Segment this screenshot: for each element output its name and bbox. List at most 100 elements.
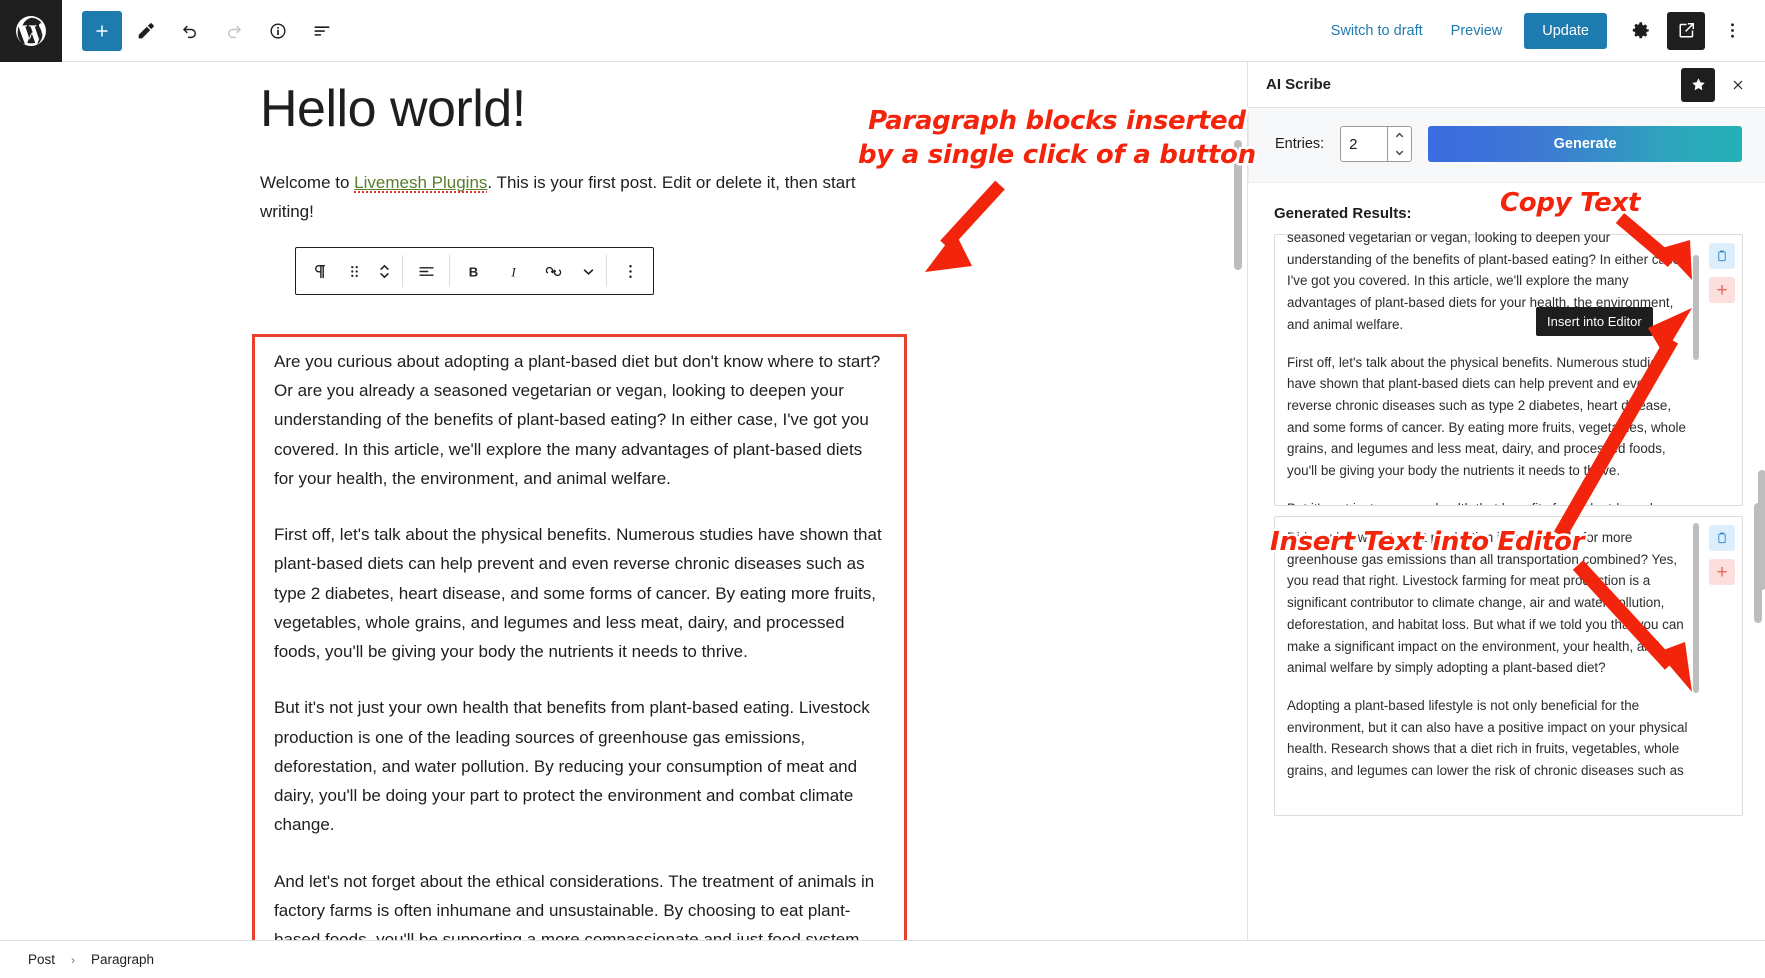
generate-button[interactable]: Generate xyxy=(1428,126,1742,162)
block-toolbar-align-group xyxy=(403,248,449,294)
switch-to-draft-button[interactable]: Switch to draft xyxy=(1321,15,1433,47)
undo-icon xyxy=(182,25,196,38)
star-icon xyxy=(1691,78,1705,91)
chevron-updown-icon xyxy=(379,264,389,278)
link-button[interactable] xyxy=(533,248,573,294)
post-content: Hello world! Welcome to Livemesh Plugins… xyxy=(260,62,910,226)
info-icon xyxy=(270,22,286,39)
result-paragraph: First off, let's talk about the physical… xyxy=(1287,354,1686,479)
more-rich-text-button[interactable] xyxy=(573,248,603,294)
insert-into-editor-button[interactable]: + xyxy=(1709,277,1735,303)
paragraph-block[interactable]: But it's not just your own health that b… xyxy=(274,693,886,839)
list-view-icon xyxy=(314,25,330,36)
favorite-button[interactable] xyxy=(1681,67,1715,102)
result-card-1[interactable]: seasoned vegetarian or vegan, looking to… xyxy=(1274,230,1743,506)
ai-scribe-title: AI Scribe xyxy=(1266,76,1332,93)
annotation-line-1: Paragraph blocks inserted xyxy=(868,106,1246,136)
clipboard-copy-icon xyxy=(1718,250,1726,262)
block-options-button[interactable] xyxy=(610,248,650,294)
wordpress-block-editor: Switch to draft Preview Update Hello wor… xyxy=(0,0,1765,978)
breadcrumb-post[interactable]: Post xyxy=(22,949,61,970)
annotation-line-2: by a single click of a button xyxy=(858,140,1256,171)
editor-footer: Post › Paragraph xyxy=(0,940,1765,978)
insert-into-editor-button[interactable]: + xyxy=(1709,559,1735,585)
details-button[interactable] xyxy=(258,11,298,51)
intro-text-before: Welcome to xyxy=(260,172,355,192)
wordpress-logo-icon[interactable] xyxy=(0,0,62,62)
top-bar-right-actions: Switch to draft Preview Update xyxy=(1321,11,1765,50)
bold-icon: B xyxy=(468,264,477,279)
block-toolbar-left-group xyxy=(296,248,402,294)
copy-text-button[interactable] xyxy=(1709,525,1735,551)
editor-top-bar: Switch to draft Preview Update xyxy=(0,0,1765,62)
redo-icon xyxy=(228,25,242,38)
edit-tool-button[interactable] xyxy=(126,11,166,51)
drag-handle[interactable] xyxy=(339,248,369,294)
ai-scribe-header: AI Scribe xyxy=(1248,62,1765,108)
entries-increment-button[interactable] xyxy=(1388,127,1412,144)
add-block-button[interactable] xyxy=(82,10,122,51)
ai-scribe-body: Entries: Generate xyxy=(1248,108,1765,940)
annotation-paragraph-blocks: Paragraph blocks inserted by a single cl… xyxy=(858,104,1256,173)
chevron-down-icon xyxy=(1395,150,1404,156)
ai-scribe-header-actions xyxy=(1681,67,1755,102)
intro-paragraph[interactable]: Welcome to Livemesh Plugins. This is you… xyxy=(260,168,860,226)
drag-dots-icon xyxy=(350,265,358,277)
result-card-2[interactable]: Did you know that meat production is res… xyxy=(1274,516,1743,816)
annotation-insert-text: Insert Text into Editor xyxy=(1270,527,1585,557)
result-card-2-scrollbar[interactable] xyxy=(1693,523,1699,693)
generate-controls-row: Entries: Generate xyxy=(1248,108,1765,183)
generated-paragraph-blocks[interactable]: Are you curious about adopting a plant-b… xyxy=(274,347,886,940)
block-type-paragraph-button[interactable] xyxy=(299,248,339,294)
pencil-icon xyxy=(138,22,154,38)
entries-decrement-button[interactable] xyxy=(1388,144,1412,161)
svg-text:I: I xyxy=(510,264,516,279)
paragraph-block[interactable]: And let's not forget about the ethical c… xyxy=(274,867,886,940)
result-paragraph: Adopting a plant-based lifestyle is not … xyxy=(1287,697,1688,779)
block-toolbar-format-group: B I xyxy=(450,248,606,294)
bold-button[interactable]: B xyxy=(453,248,493,294)
result-card-1-actions: + xyxy=(1702,235,1742,505)
settings-button[interactable] xyxy=(1621,12,1659,50)
result-card-1-text[interactable]: seasoned vegetarian or vegan, looking to… xyxy=(1275,227,1702,505)
editor-canvas[interactable]: Hello world! Welcome to Livemesh Plugins… xyxy=(0,62,1247,940)
result-card-2-actions: + xyxy=(1702,517,1742,815)
plus-icon xyxy=(96,25,108,36)
entries-label: Entries: xyxy=(1275,136,1325,152)
close-icon xyxy=(1733,80,1743,89)
ellipsis-vertical-icon xyxy=(1730,23,1734,38)
annotation-copy-text: Copy Text xyxy=(1500,188,1641,218)
copy-text-button[interactable] xyxy=(1709,243,1735,269)
undo-button[interactable] xyxy=(170,11,210,51)
move-updown-button[interactable] xyxy=(369,248,399,294)
livemesh-plugins-link[interactable]: Livemesh Plugins xyxy=(354,172,488,193)
entries-stepper-arrows xyxy=(1387,127,1412,161)
link-icon xyxy=(545,266,561,276)
preview-button[interactable]: Preview xyxy=(1441,15,1513,47)
clipboard-copy-icon xyxy=(1718,532,1726,544)
chevron-down-icon xyxy=(583,268,593,275)
canvas-right-scrollbar[interactable] xyxy=(1758,470,1765,590)
result-card-2-text[interactable]: Did you know that meat production is res… xyxy=(1275,517,1702,815)
insert-into-editor-tooltip: Insert into Editor xyxy=(1536,307,1653,336)
redo-button[interactable] xyxy=(214,11,254,51)
paragraph-block[interactable]: Are you curious about adopting a plant-b… xyxy=(274,347,886,493)
more-options-button[interactable] xyxy=(1713,12,1751,50)
result-paragraph: But it's not just your own health that b… xyxy=(1287,498,1688,505)
paragraph-block[interactable]: First off, let's talk about the physical… xyxy=(274,520,886,666)
italic-button[interactable]: I xyxy=(493,248,533,294)
breadcrumb-paragraph[interactable]: Paragraph xyxy=(85,949,160,970)
breadcrumb-separator: › xyxy=(71,952,76,967)
entries-input[interactable] xyxy=(1341,127,1388,161)
list-view-button[interactable] xyxy=(302,11,342,51)
svg-text:B: B xyxy=(468,264,477,279)
block-toolbar-options-group xyxy=(607,248,653,294)
result-card-1-scrollbar[interactable] xyxy=(1693,255,1699,360)
align-text-button[interactable] xyxy=(406,248,446,294)
update-button[interactable]: Update xyxy=(1524,12,1607,49)
post-title[interactable]: Hello world! xyxy=(260,80,910,140)
ai-scribe-plugin-button[interactable] xyxy=(1667,11,1705,50)
entries-stepper[interactable] xyxy=(1340,126,1413,162)
top-bar-left-tools xyxy=(62,10,342,51)
close-panel-button[interactable] xyxy=(1721,68,1755,102)
